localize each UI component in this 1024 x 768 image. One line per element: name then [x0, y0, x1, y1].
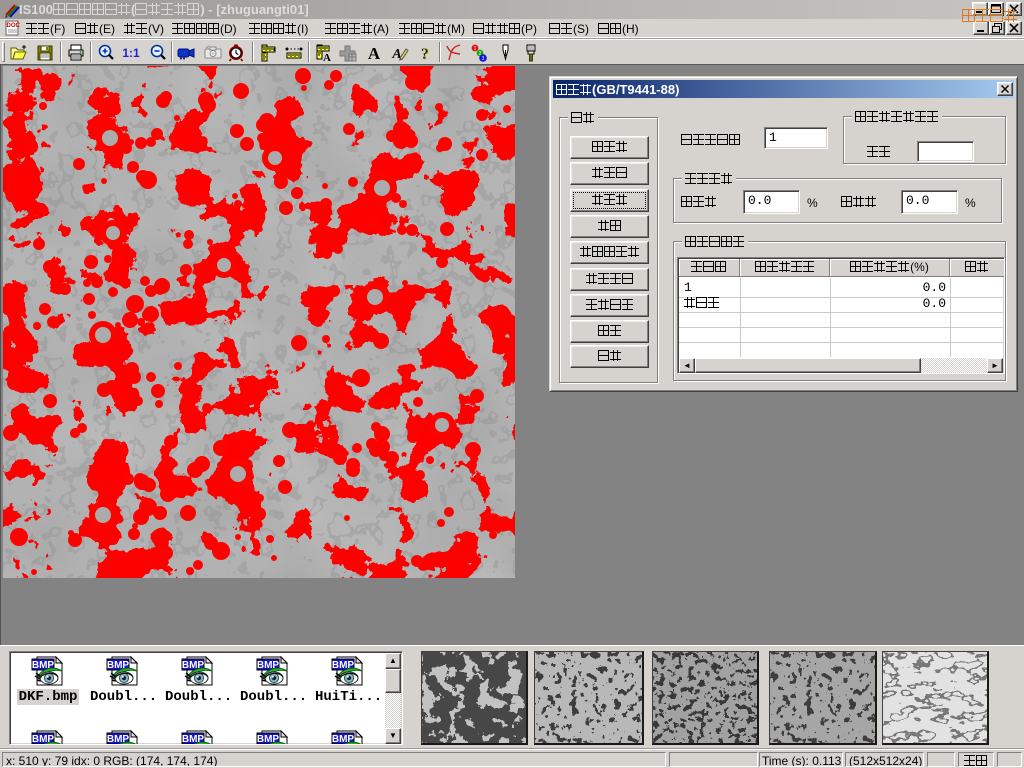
svg-text:A: A — [323, 52, 331, 63]
svg-text:DOC: DOC — [7, 23, 21, 29]
svg-text:1:1: 1:1 — [122, 46, 140, 60]
svg-text:3: 3 — [482, 56, 485, 62]
svg-text:A: A — [368, 44, 381, 63]
svg-text:?: ? — [422, 46, 430, 63]
svg-text:1: 1 — [474, 46, 477, 52]
